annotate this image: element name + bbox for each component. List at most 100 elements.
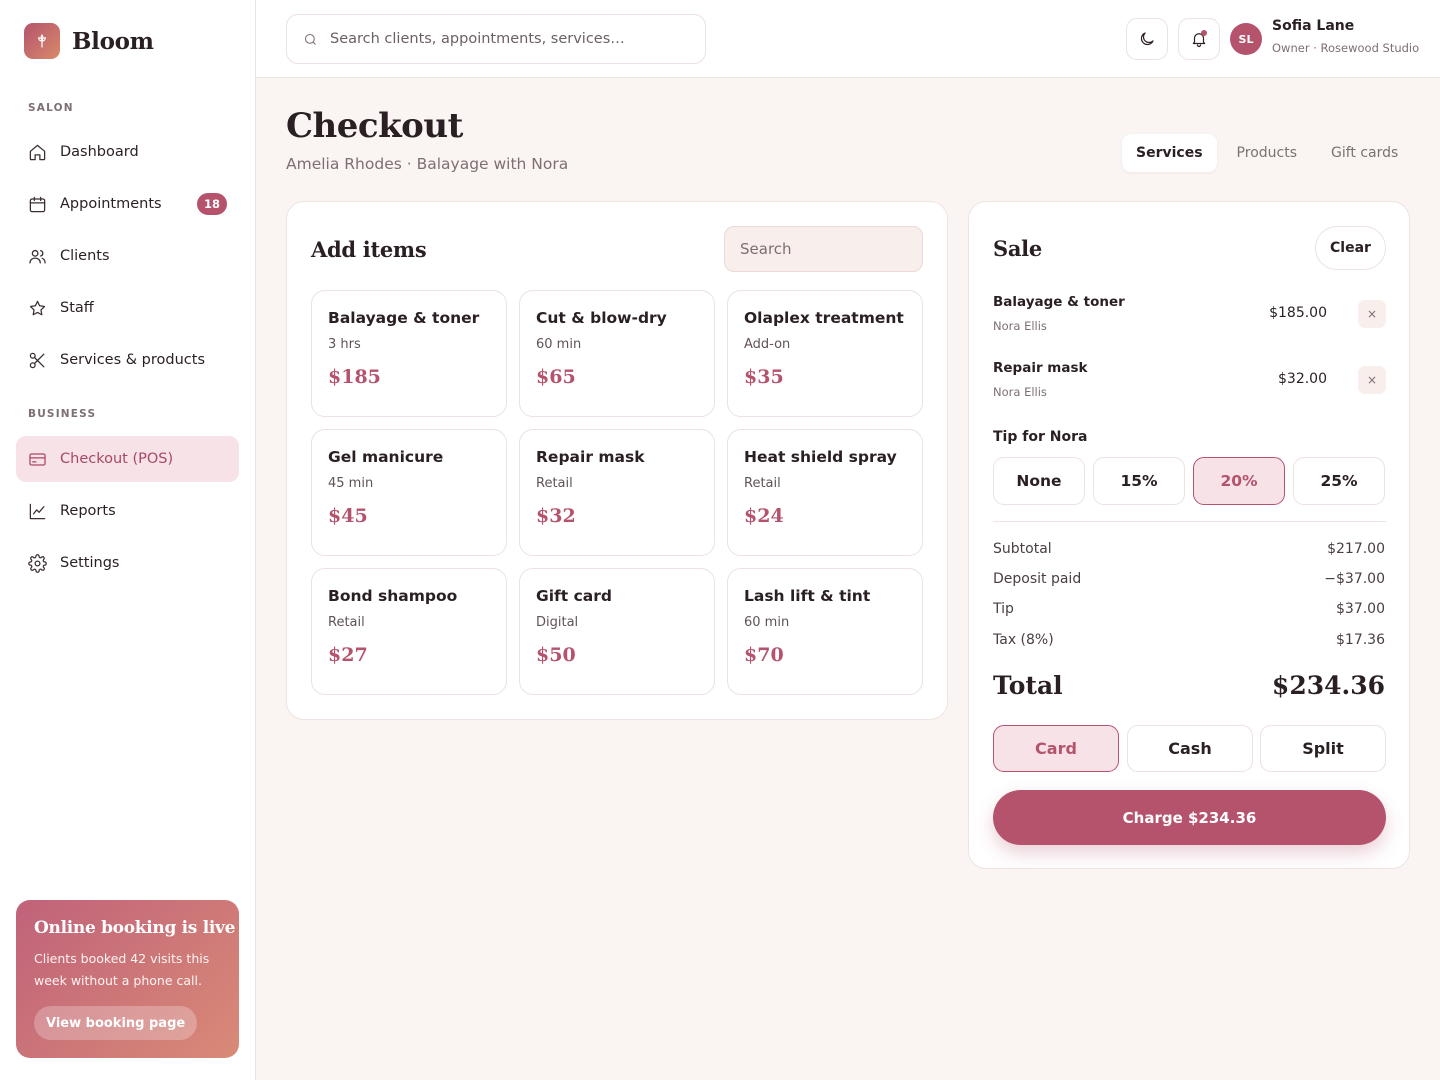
sidebar-item-reports[interactable]: Reports [16, 488, 239, 534]
items-search-input[interactable] [724, 226, 923, 272]
flower-icon [24, 23, 60, 59]
sale-panel: Sale Clear Balayage & toner Nora Ellis $… [968, 201, 1410, 869]
item-card-balayage-toner[interactable]: Balayage & toner 3 hrs $185 [311, 290, 507, 417]
line-item-price: $185.00 [1269, 305, 1327, 321]
item-card-gift-card[interactable]: Gift card Digital $50 [519, 568, 715, 695]
item-name: Cut & blow-dry [536, 309, 667, 327]
chart-icon [29, 503, 46, 519]
tab-services[interactable]: Services [1122, 134, 1217, 172]
clear-sale-button[interactable]: Clear [1315, 226, 1386, 270]
view-booking-page-button[interactable]: View booking page [34, 1006, 198, 1040]
payment-cash-button[interactable]: Cash [1127, 725, 1253, 772]
moon-icon [1140, 32, 1154, 46]
sale-title: Sale [993, 236, 1042, 261]
brand-name: Bloom [72, 27, 154, 55]
item-name: Bond shampoo [328, 587, 458, 605]
item-card-repair-mask[interactable]: Repair mask Retail $32 [519, 429, 715, 556]
charge-button[interactable]: Charge $234.36 [993, 790, 1386, 845]
sidebar-item-clients[interactable]: Clients [16, 233, 239, 279]
item-card-cut-blow-dry[interactable]: Cut & blow-dry 60 min $65 [519, 290, 715, 417]
tab-products[interactable]: Products [1223, 134, 1311, 172]
item-card-gel-manicure[interactable]: Gel manicure 45 min $45 [311, 429, 507, 556]
tip-option-25[interactable]: 25% [1293, 457, 1385, 505]
item-name: Heat shield spray [744, 448, 897, 466]
item-name: Olaplex treatment [744, 309, 904, 327]
promo-text: Clients booked 42 visits this week witho… [34, 951, 210, 988]
global-search-input[interactable] [330, 31, 690, 47]
tip-option-20[interactable]: 20% [1193, 457, 1285, 505]
sidebar-item-label: Appointments [60, 196, 162, 212]
item-price: $32 [536, 505, 576, 527]
sidebar-item-checkout[interactable]: Checkout (POS) [16, 436, 239, 482]
sidebar-item-settings[interactable]: Settings [16, 540, 239, 586]
divider [993, 521, 1386, 522]
item-name: Gift card [536, 587, 612, 605]
item-meta: 60 min [744, 615, 790, 630]
item-name: Lash lift & tint [744, 587, 871, 605]
remove-line-button[interactable]: × [1358, 300, 1386, 328]
sidebar-item-label: Checkout (POS) [60, 451, 174, 467]
item-card-bond-shampoo[interactable]: Bond shampoo Retail $27 [311, 568, 507, 695]
sidebar-item-staff[interactable]: Staff [16, 285, 239, 331]
section-label-salon: SALON [28, 102, 74, 114]
notifications-button[interactable] [1178, 18, 1220, 60]
sidebar-item-label: Staff [60, 300, 94, 316]
tab-gift-cards[interactable]: Gift cards [1317, 134, 1412, 172]
tip-option-none[interactable]: None [993, 457, 1085, 505]
item-name: Repair mask [536, 448, 645, 466]
item-meta: 45 min [328, 476, 374, 491]
item-meta: Retail [744, 476, 781, 491]
appointments-count-badge: 18 [196, 193, 227, 215]
sidebar-item-label: Clients [60, 248, 110, 264]
item-meta: Digital [536, 615, 579, 630]
promo-title: Online booking is live [34, 918, 236, 938]
sidebar-item-appointments[interactable]: Appointments 18 [16, 181, 239, 227]
item-price: $45 [328, 505, 368, 527]
home-icon [29, 144, 46, 160]
total-label: Total [993, 671, 1063, 700]
dark-mode-toggle[interactable] [1126, 18, 1168, 60]
item-card-olaplex-treatment[interactable]: Olaplex treatment Add-on $35 [727, 290, 923, 417]
remove-line-button[interactable]: × [1358, 366, 1386, 394]
user-role: Owner · Rosewood Studio [1272, 41, 1420, 55]
gear-icon [28, 553, 47, 573]
sidebar-item-label: Dashboard [60, 144, 139, 160]
global-search[interactable] [286, 14, 706, 64]
search-icon [304, 33, 316, 45]
line-item-staff: Nora Ellis [993, 385, 1047, 399]
payment-card-button[interactable]: Card [993, 725, 1119, 772]
line-item-price: $32.00 [1278, 371, 1327, 387]
item-card-lash-lift-tint[interactable]: Lash lift & tint 60 min $70 [727, 568, 923, 695]
item-name: Gel manicure [328, 448, 444, 466]
item-price: $50 [536, 644, 576, 666]
total-value: $234.36 [1271, 671, 1385, 700]
brand[interactable]: Bloom [24, 23, 154, 59]
item-type-tabs: Services Products Gift cards [1122, 134, 1412, 172]
item-price: $27 [328, 644, 368, 666]
online-booking-promo: Online booking is live Clients booked 42… [16, 900, 239, 1058]
subtotal-value: $217.00 [1327, 541, 1385, 557]
item-meta: Add-on [744, 337, 791, 352]
payment-split-button[interactable]: Split [1260, 725, 1386, 772]
item-price: $185 [328, 366, 381, 388]
sidebar-item-services-products[interactable]: Services & products [16, 337, 239, 383]
users-icon [29, 249, 46, 263]
item-meta: Retail [328, 615, 365, 630]
line-item-name: Balayage & toner [993, 294, 1125, 310]
tip-summary-label: Tip [993, 601, 1014, 617]
avatar[interactable]: SL [1230, 23, 1262, 55]
deposit-label: Deposit paid [993, 571, 1082, 587]
item-card-heat-shield-spray[interactable]: Heat shield spray Retail $24 [727, 429, 923, 556]
item-price: $70 [744, 644, 784, 666]
user-name: Sofia Lane [1272, 18, 1355, 34]
item-price: $35 [744, 366, 784, 388]
item-name: Balayage & toner [328, 309, 480, 327]
tip-option-15[interactable]: 15% [1093, 457, 1185, 505]
add-items-title: Add items [311, 237, 427, 262]
sidebar-item-label: Settings [60, 555, 120, 571]
sidebar-item-dashboard[interactable]: Dashboard [16, 129, 239, 175]
scissors-icon [29, 352, 45, 368]
subtotal-label: Subtotal [993, 541, 1052, 557]
deposit-value: −$37.00 [1324, 571, 1385, 587]
notification-dot [1201, 30, 1207, 36]
